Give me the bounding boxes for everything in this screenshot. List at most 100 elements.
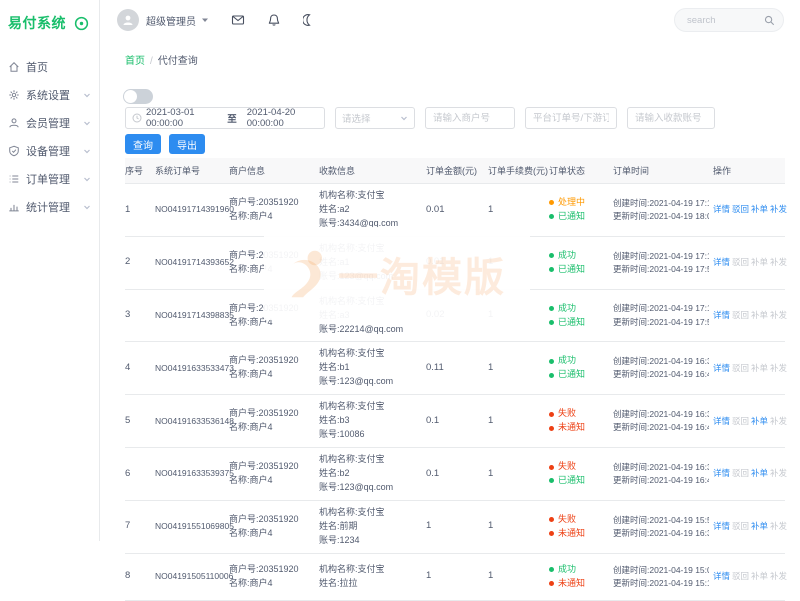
action-reject[interactable]: 驳回 (732, 415, 749, 428)
action-resend[interactable]: 补发 (770, 203, 787, 216)
filter-toggle-switch[interactable] (123, 89, 153, 104)
row-actions: 详情驳回补单补发 (713, 362, 785, 375)
order-time: 创建时间:2021-04-19 15:05:11更新时间:2021-04-19 … (613, 564, 713, 590)
order-time: 创建时间:2021-04-19 15:51:06更新时间:2021-04-19 … (613, 514, 713, 540)
action-reject[interactable]: 驳回 (732, 520, 749, 533)
action-reject[interactable]: 驳回 (732, 203, 749, 216)
merchant-info: 商户号:20351920名称:商户4 (229, 354, 319, 382)
status-dot (549, 581, 554, 586)
action-reject[interactable]: 驳回 (732, 467, 749, 480)
status-dot (549, 267, 554, 272)
order-icon (8, 173, 20, 185)
user-menu-caret-icon[interactable] (201, 16, 209, 24)
order-fee: 1 (488, 467, 549, 482)
avatar[interactable] (117, 9, 139, 31)
chevron-down-icon (83, 91, 91, 99)
bell-icon[interactable] (267, 13, 281, 27)
search-input[interactable] (687, 15, 764, 26)
moon-icon[interactable] (303, 13, 317, 27)
action-details[interactable]: 详情 (713, 570, 730, 583)
order-status: 成功已通知 (549, 249, 613, 277)
col-header: 订单时间 (613, 164, 713, 177)
action-details[interactable]: 详情 (713, 520, 730, 533)
action-supplement[interactable]: 补单 (751, 256, 768, 269)
mail-icon[interactable] (231, 13, 245, 27)
action-details[interactable]: 详情 (713, 256, 730, 269)
order-fee: 1 (488, 519, 549, 534)
action-supplement[interactable]: 补单 (751, 203, 768, 216)
order-status: 失败未通知 (549, 513, 613, 541)
action-resend[interactable]: 补发 (770, 467, 787, 480)
type-select[interactable]: 请选择 (335, 107, 415, 129)
action-supplement[interactable]: 补单 (751, 467, 768, 480)
watermark-overlay: 一淘模版 (264, 227, 530, 320)
action-details[interactable]: 详情 (713, 362, 730, 375)
action-resend[interactable]: 补发 (770, 362, 787, 375)
action-supplement[interactable]: 补单 (751, 309, 768, 322)
action-resend[interactable]: 补发 (770, 415, 787, 428)
topbar: 超级管理员 (101, 0, 800, 40)
account-input[interactable] (628, 108, 714, 128)
action-reject[interactable]: 驳回 (732, 309, 749, 322)
payee-info: 机构名称:支付宝姓名:a2账号:3434@qq.com (319, 189, 426, 231)
button-row: 查询 导出 (125, 134, 205, 154)
action-details[interactable]: 详情 (713, 309, 730, 322)
payee-info: 机构名称:支付宝姓名:b1账号:123@qq.com (319, 347, 426, 389)
status-dot (549, 200, 554, 205)
breadcrumb: 首页/代付查询 (125, 52, 198, 67)
sidebar-item-stats-management[interactable]: 统计管理 (0, 193, 99, 221)
order-status: 处理中已通知 (549, 196, 613, 224)
status-dot (549, 320, 554, 325)
action-supplement[interactable]: 补单 (751, 520, 768, 533)
action-resend[interactable]: 补发 (770, 570, 787, 583)
order-no-input[interactable] (526, 108, 616, 128)
device-icon (8, 145, 20, 157)
order-fee: 1 (488, 414, 549, 429)
filter-row: 2021-03-01 00:00:00 至 2021-04-20 00:00:0… (125, 107, 715, 129)
action-supplement[interactable]: 补单 (751, 570, 768, 583)
table-header-row: 序号 系统订单号 商户信息 收款信息 订单金额(元) 订单手续费(元) 订单状态… (125, 158, 785, 184)
sidebar-item-home[interactable]: 首页 (0, 53, 99, 81)
action-supplement[interactable]: 补单 (751, 362, 768, 375)
action-resend[interactable]: 补发 (770, 309, 787, 322)
person-icon (121, 13, 135, 27)
action-reject[interactable]: 驳回 (732, 256, 749, 269)
order-fee: 1 (488, 569, 549, 584)
status-dot (549, 465, 554, 470)
action-details[interactable]: 详情 (713, 415, 730, 428)
logo-row: 易付系统 (0, 0, 99, 43)
action-details[interactable]: 详情 (713, 467, 730, 480)
sidebar-item-member-management[interactable]: 会员管理 (0, 109, 99, 137)
sidebar-item-device-management[interactable]: 设备管理 (0, 137, 99, 165)
watermark-text: 一淘模版 (338, 245, 506, 303)
system-order-number: NO04191714398835 (155, 309, 229, 322)
sidebar-item-system-settings[interactable]: 系统设置 (0, 81, 99, 109)
action-reject[interactable]: 驳回 (732, 362, 749, 375)
collapse-icon[interactable] (74, 16, 89, 31)
merchant-input[interactable] (426, 108, 514, 128)
order-time: 创建时间:2021-04-19 17:14:39更新时间:2021-04-19 … (613, 302, 713, 328)
current-user-label: 超级管理员 (146, 13, 196, 28)
watermark-logo-icon (280, 245, 338, 303)
breadcrumb-home-link[interactable]: 首页 (125, 56, 145, 67)
merchant-input-wrap (425, 107, 515, 129)
date-range-picker[interactable]: 2021-03-01 00:00:00 至 2021-04-20 00:00:0… (125, 107, 325, 129)
chevron-down-icon (83, 175, 91, 183)
action-reject[interactable]: 驳回 (732, 570, 749, 583)
export-button[interactable]: 导出 (169, 134, 205, 154)
search-button[interactable]: 查询 (125, 134, 161, 154)
system-order-number: NO04191633533473 (155, 362, 229, 375)
search-icon[interactable] (764, 15, 775, 26)
action-resend[interactable]: 补发 (770, 520, 787, 533)
type-select-placeholder: 请选择 (342, 111, 371, 125)
row-index: 7 (125, 519, 155, 534)
system-order-number: NO04191551069805 (155, 520, 229, 533)
order-time: 创建时间:2021-04-19 16:33:53更新时间:2021-04-19 … (613, 355, 713, 381)
sidebar-item-label: 统计管理 (26, 199, 70, 215)
sidebar-item-order-management[interactable]: 订单管理 (0, 165, 99, 193)
order-amount: 1 (426, 519, 488, 534)
account-input-wrap (627, 107, 715, 129)
action-supplement[interactable]: 补单 (751, 415, 768, 428)
action-resend[interactable]: 补发 (770, 256, 787, 269)
action-details[interactable]: 详情 (713, 203, 730, 216)
